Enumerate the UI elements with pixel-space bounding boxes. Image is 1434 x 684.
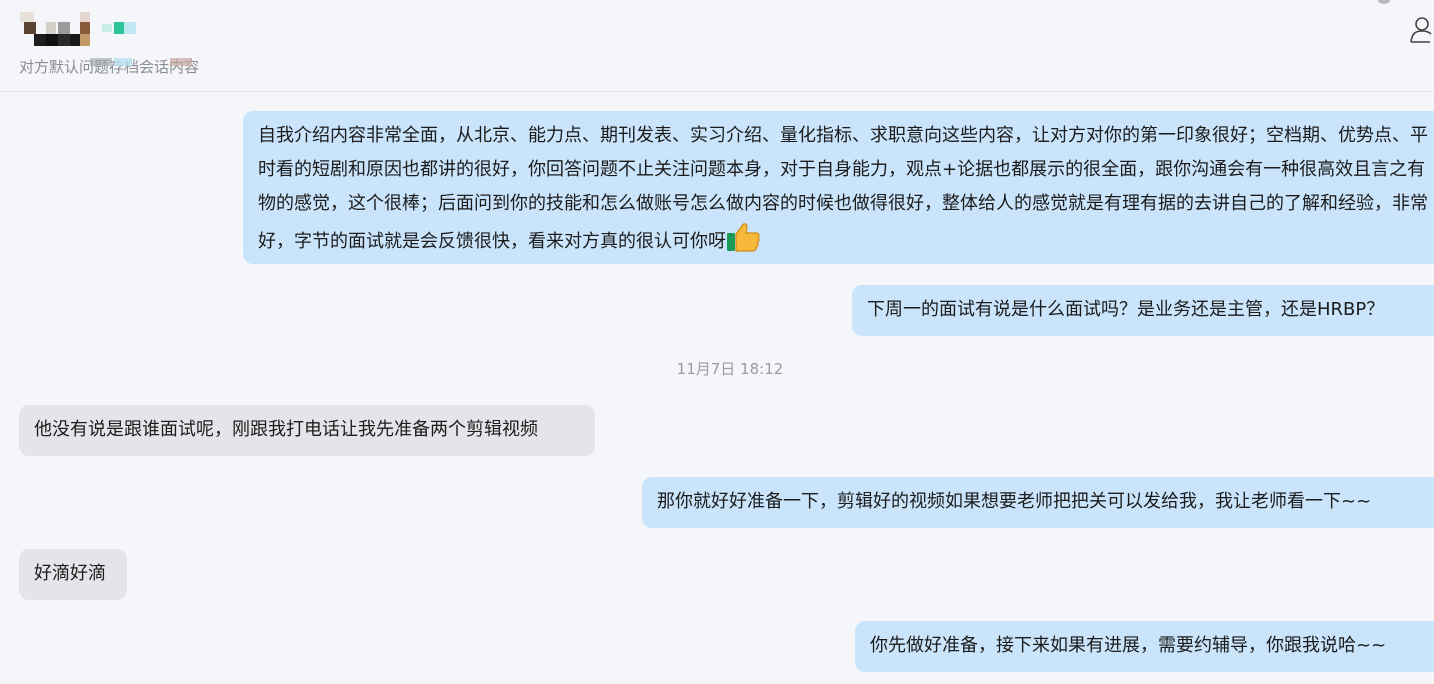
message-bubble-received[interactable]: 他没有说是跟谁面试呢，刚跟我打电话让我先准备两个剪辑视频 bbox=[19, 405, 595, 456]
message-text: 他没有说是跟谁面试呢，刚跟我打电话让我先准备两个剪辑视频 bbox=[34, 419, 538, 440]
message-list[interactable]: 自我介绍内容非常全面，从北京、能力点、期刊发表、实习介绍、量化指标、求职意向这些… bbox=[0, 92, 1434, 684]
thumbs-up-icon bbox=[727, 223, 760, 252]
message-bubble-sent[interactable]: 下周一的面试有说是什么面试吗？是业务还是主管，还是HRBP？ bbox=[852, 285, 1434, 336]
message-bubble-sent[interactable]: 你先做好准备，接下来如果有进展，需要约辅导，你跟我说哈~~ bbox=[855, 621, 1434, 672]
subtitle-redaction bbox=[170, 58, 192, 66]
message-bubble-sent[interactable]: 自我介绍内容非常全面，从北京、能力点、期刊发表、实习介绍、量化指标、求职意向这些… bbox=[243, 111, 1434, 264]
subtitle-redaction bbox=[90, 58, 112, 66]
message-timestamp: 11月7日 18:12 bbox=[676, 360, 784, 378]
contact-name-redacted bbox=[20, 12, 150, 48]
message-bubble-received[interactable]: 好滴好滴 bbox=[19, 549, 127, 600]
corner-indicator bbox=[1378, 0, 1390, 4]
subtitle-redaction bbox=[114, 58, 132, 66]
message-text: 你先做好准备，接下来如果有进展，需要约辅导，你跟我说哈~~ bbox=[870, 635, 1387, 656]
person-icon[interactable] bbox=[1410, 16, 1432, 44]
message-text: 好滴好滴 bbox=[34, 563, 106, 584]
message-text: 下周一的面试有说是什么面试吗？是业务还是主管，还是HRBP？ bbox=[867, 299, 1385, 320]
message-text: 那你就好好准备一下，剪辑好的视频如果想要老师把把关可以发给我，我让老师看一下~~ bbox=[657, 491, 1372, 512]
message-bubble-sent[interactable]: 那你就好好准备一下，剪辑好的视频如果想要老师把把关可以发给我，我让老师看一下~~ bbox=[642, 477, 1434, 528]
message-text: 自我介绍内容非常全面，从北京、能力点、期刊发表、实习介绍、量化指标、求职意向这些… bbox=[258, 125, 1428, 252]
chat-header: 对方默认问题存档会话内容 bbox=[0, 0, 1434, 92]
